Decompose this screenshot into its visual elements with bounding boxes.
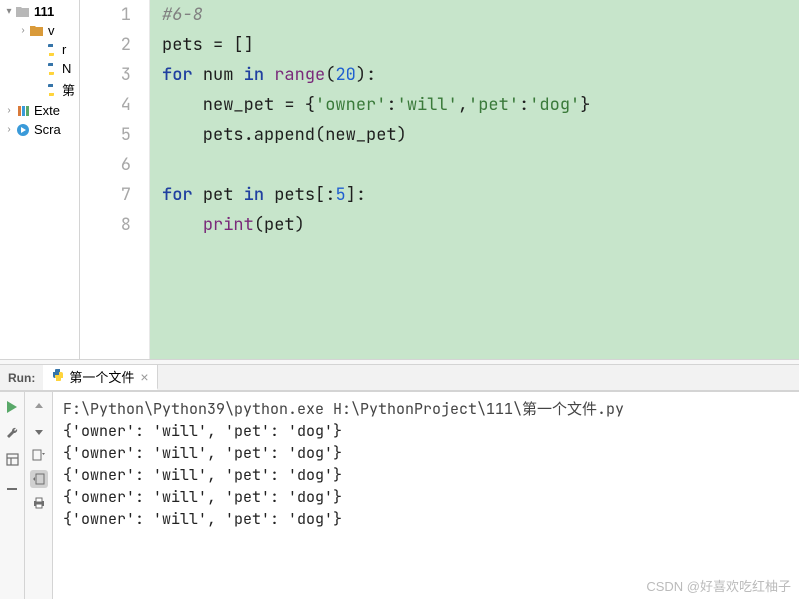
tree-item[interactable]: ▾111 bbox=[0, 2, 79, 21]
run-toolbar-left bbox=[0, 392, 25, 599]
run-tab-label: 第一个文件 bbox=[69, 367, 134, 386]
tree-item[interactable]: N bbox=[28, 59, 79, 78]
layout-button[interactable] bbox=[3, 450, 21, 468]
tree-item[interactable]: 第 bbox=[28, 78, 79, 101]
run-label: Run: bbox=[0, 371, 43, 385]
run-tab[interactable]: 第一个文件 × bbox=[43, 365, 157, 390]
console-output[interactable]: F:\Python\Python39\python.exe H:\PythonP… bbox=[53, 392, 799, 599]
console-line: {'owner': 'will', 'pet': 'dog'} bbox=[63, 420, 789, 442]
tree-item[interactable]: ›Exte bbox=[0, 101, 79, 120]
tree-item[interactable]: r bbox=[28, 40, 79, 59]
python-icon bbox=[51, 368, 65, 385]
code-line[interactable]: print(pet) bbox=[162, 210, 799, 240]
run-toolbar-right bbox=[25, 392, 53, 599]
close-icon[interactable]: × bbox=[140, 369, 148, 385]
code-editor[interactable]: 12345678 #6-8pets = []for num in range(2… bbox=[80, 0, 799, 359]
tree-item[interactable]: ›Scra bbox=[0, 120, 79, 139]
project-tree[interactable]: ▾111›vrN第›Exte›Scra bbox=[0, 0, 80, 359]
line-number: 4 bbox=[80, 90, 131, 120]
console-line: {'owner': 'will', 'pet': 'dog'} bbox=[63, 464, 789, 486]
line-number: 7 bbox=[80, 180, 131, 210]
hide-button[interactable] bbox=[3, 476, 21, 494]
up-button[interactable] bbox=[30, 398, 48, 416]
line-number: 3 bbox=[80, 60, 131, 90]
code-line[interactable]: for pet in pets[:5]: bbox=[162, 180, 799, 210]
line-number: 8 bbox=[80, 210, 131, 240]
line-gutter: 12345678 bbox=[80, 0, 150, 359]
line-number: 1 bbox=[80, 0, 131, 30]
console-line: {'owner': 'will', 'pet': 'dog'} bbox=[63, 486, 789, 508]
code-line[interactable]: #6-8 bbox=[162, 0, 799, 30]
code-line[interactable]: pets.append(new_pet) bbox=[162, 120, 799, 150]
line-number: 5 bbox=[80, 120, 131, 150]
code-line[interactable]: new_pet = {'owner':'will','pet':'dog'} bbox=[162, 90, 799, 120]
code-line[interactable]: pets = [] bbox=[162, 30, 799, 60]
line-number: 6 bbox=[80, 150, 131, 180]
output-button[interactable] bbox=[30, 446, 48, 464]
code-line[interactable]: for num in range(20): bbox=[162, 60, 799, 90]
console-path: F:\Python\Python39\python.exe H:\PythonP… bbox=[63, 398, 789, 420]
wrench-button[interactable] bbox=[3, 424, 21, 442]
console-line: {'owner': 'will', 'pet': 'dog'} bbox=[63, 508, 789, 530]
code-area[interactable]: #6-8pets = []for num in range(20): new_p… bbox=[150, 0, 799, 359]
console-line: {'owner': 'will', 'pet': 'dog'} bbox=[63, 442, 789, 464]
play-button[interactable] bbox=[3, 398, 21, 416]
scroll-button[interactable] bbox=[30, 470, 48, 488]
line-number: 2 bbox=[80, 30, 131, 60]
down-button[interactable] bbox=[30, 422, 48, 440]
code-line[interactable] bbox=[162, 150, 799, 180]
print-button[interactable] bbox=[30, 494, 48, 512]
tree-item[interactable]: ›v bbox=[14, 21, 79, 40]
run-header: Run: 第一个文件 × bbox=[0, 365, 799, 391]
